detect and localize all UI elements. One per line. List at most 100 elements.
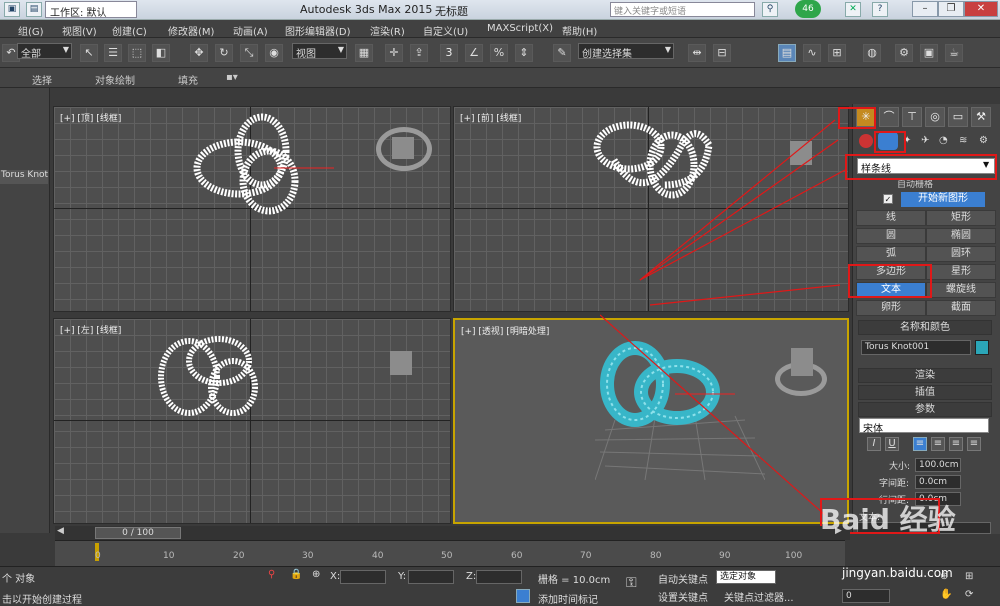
tab-motion[interactable]: ◎ — [925, 107, 945, 127]
key-icon[interactable]: ⚿ — [626, 575, 637, 591]
tab-modify[interactable]: ⌒ — [879, 107, 899, 127]
justify-icon[interactable]: ≡ — [967, 437, 981, 451]
select-object-icon[interactable]: ↖ — [80, 44, 98, 62]
tab-utilities[interactable]: ⚒ — [971, 107, 991, 127]
object-name-input[interactable]: Torus Knot001 — [861, 340, 971, 355]
viewcube-left[interactable] — [390, 351, 412, 375]
help-icon[interactable]: ? — [872, 2, 888, 17]
x-coord-input[interactable] — [340, 570, 386, 584]
track-bar[interactable]: 0 10 20 30 40 50 60 70 80 90 100 — [55, 540, 845, 566]
move-icon[interactable]: ✥ — [190, 44, 208, 62]
rollout-interpolation[interactable]: 插值 — [858, 385, 992, 400]
set-key-button[interactable]: 设置关键点 — [658, 589, 708, 604]
render-teapot-icon[interactable]: ☕ — [945, 44, 963, 62]
spline-rectangle-button[interactable]: 矩形 — [926, 210, 996, 226]
ribbon-tab-object-paint[interactable]: 对象绘制 — [95, 72, 135, 87]
key-filters-button[interactable]: 关键点过滤器... — [724, 589, 794, 604]
pan-icon[interactable]: ✋ — [940, 589, 952, 600]
y-coord-input[interactable] — [408, 570, 454, 584]
keyboard-shortcut-icon[interactable]: ⇪ — [410, 44, 428, 62]
rollout-rendering[interactable]: 渲染 — [858, 368, 992, 383]
viewport-label-left[interactable]: [+] [左] [线框] — [60, 323, 121, 336]
rollout-parameters[interactable]: 参数 — [858, 402, 992, 417]
viewcube-face[interactable] — [392, 137, 414, 159]
add-time-tag[interactable]: 添加时间标记 — [538, 591, 598, 606]
orbit-icon[interactable]: ⟳ — [965, 589, 973, 600]
time-slider-thumb[interactable]: 0 / 100 — [95, 527, 181, 539]
quick-access-icon[interactable]: ▤ — [26, 2, 42, 17]
kerning-input[interactable]: 0.0cm — [915, 475, 961, 489]
ribbon-options-icon[interactable]: ▪▾ — [226, 72, 238, 83]
spinner-snap-icon[interactable]: ⇕ — [515, 44, 533, 62]
ref-coord-dropdown[interactable]: 视图 — [292, 43, 347, 60]
window-crossing-icon[interactable]: ◧ — [152, 44, 170, 62]
material-editor-icon[interactable]: ◍ — [863, 44, 881, 62]
systems-icon[interactable]: ⚙ — [979, 135, 988, 146]
viewport-top[interactable]: [+] [顶] [线框] — [53, 106, 451, 312]
align-right-icon[interactable]: ≡ — [949, 437, 963, 451]
zoom-all-icon[interactable]: ⊞ — [965, 571, 973, 582]
timeline-left-arrow[interactable]: ◀ — [57, 526, 64, 536]
menu-create[interactable]: 创建(C) — [112, 23, 147, 38]
auto-key-button[interactable]: 自动关键点 — [658, 571, 708, 586]
selection-filter-dropdown[interactable]: 全部 — [17, 43, 72, 60]
menu-modifiers[interactable]: 修改器(M) — [168, 23, 214, 38]
align-center-icon[interactable]: ≡ — [931, 437, 945, 451]
align-icon[interactable]: ⊟ — [713, 44, 731, 62]
italic-button[interactable]: I — [867, 437, 881, 451]
align-left-icon[interactable]: ≡ — [913, 437, 927, 451]
geometry-icon[interactable] — [859, 134, 873, 148]
menu-animation[interactable]: 动画(A) — [233, 23, 268, 38]
spline-star-button[interactable]: 星形 — [926, 264, 996, 280]
spline-helix-button[interactable]: 螺旋线 — [926, 282, 996, 298]
scene-item[interactable]: Torus Knot001 — [0, 170, 48, 184]
cameras-icon[interactable]: ✈ — [921, 135, 929, 146]
transform-mode-icon[interactable]: ⊕ — [312, 569, 320, 580]
time-tag-icon[interactable] — [516, 589, 530, 603]
search-input[interactable]: 键入关键字或短语 — [610, 2, 755, 17]
rollout-name-color[interactable]: 名称和颜色 — [858, 320, 992, 335]
rotate-icon[interactable]: ↻ — [215, 44, 233, 62]
notification-badge[interactable]: 46 — [795, 0, 821, 18]
isolate-icon[interactable]: ⚲ — [268, 569, 275, 580]
edit-named-sel-icon[interactable]: ✎ — [553, 44, 571, 62]
font-dropdown[interactable]: 宋体 — [859, 418, 989, 435]
workspace-dropdown[interactable]: 工作区: 默认 — [45, 1, 137, 19]
snap-toggle-icon[interactable]: 3 — [440, 44, 458, 62]
menu-maxscript[interactable]: MAXScript(X) — [487, 23, 553, 34]
pivot-icon[interactable]: ▦ — [355, 44, 373, 62]
spline-egg-button[interactable]: 卵形 — [856, 300, 926, 316]
scale-icon[interactable]: ⤡ — [240, 44, 258, 62]
viewport-label-front[interactable]: [+] [前] [线框] — [460, 111, 521, 124]
menu-customize[interactable]: 自定义(U) — [423, 23, 468, 38]
named-selection-dropdown[interactable]: 创建选择集 — [578, 43, 674, 60]
spline-section-button[interactable]: 截面 — [926, 300, 996, 316]
z-coord-input[interactable] — [476, 570, 522, 584]
ribbon-tab-select[interactable]: 选择 — [32, 72, 52, 87]
render-setup-icon[interactable]: ⚙ — [895, 44, 913, 62]
spline-donut-button[interactable]: 圆环 — [926, 246, 996, 262]
spacewarps-icon[interactable]: ≋ — [959, 135, 967, 146]
viewport-label-persp[interactable]: [+] [透视] [明暗处理] — [461, 324, 549, 337]
rect-selection-icon[interactable]: ⬚ — [128, 44, 146, 62]
tab-hierarchy[interactable]: ⊤ — [902, 107, 922, 127]
size-input[interactable]: 100.0cm — [915, 458, 961, 472]
ribbon-tab-populate[interactable]: 填充 — [178, 72, 198, 87]
schematic-view-icon[interactable]: ⊞ — [828, 44, 846, 62]
minimize-button[interactable]: – — [912, 1, 938, 17]
viewport-left[interactable]: [+] [左] [线框] — [53, 318, 451, 524]
percent-snap-icon[interactable]: % — [490, 44, 508, 62]
spline-circle-button[interactable]: 圆 — [856, 228, 926, 244]
render-frame-icon[interactable]: ▣ — [920, 44, 938, 62]
time-slider[interactable]: ◀ 0 / 100 ▶ — [55, 526, 850, 540]
start-new-shape-button[interactable]: 开始新图形 — [901, 192, 985, 207]
spline-arc-button[interactable]: 弧 — [856, 246, 926, 262]
menu-help[interactable]: 帮助(H) — [562, 23, 597, 38]
helpers-icon[interactable]: ◔ — [939, 135, 948, 146]
close-button[interactable]: ✕ — [964, 1, 998, 17]
spline-line-button[interactable]: 线 — [856, 210, 926, 226]
binoculars-icon[interactable]: ⚲ — [762, 2, 778, 17]
viewport-label-top[interactable]: [+] [顶] [线框] — [60, 111, 121, 124]
mirror-icon[interactable]: ⇹ — [688, 44, 706, 62]
angle-snap-icon[interactable]: ∠ — [465, 44, 483, 62]
